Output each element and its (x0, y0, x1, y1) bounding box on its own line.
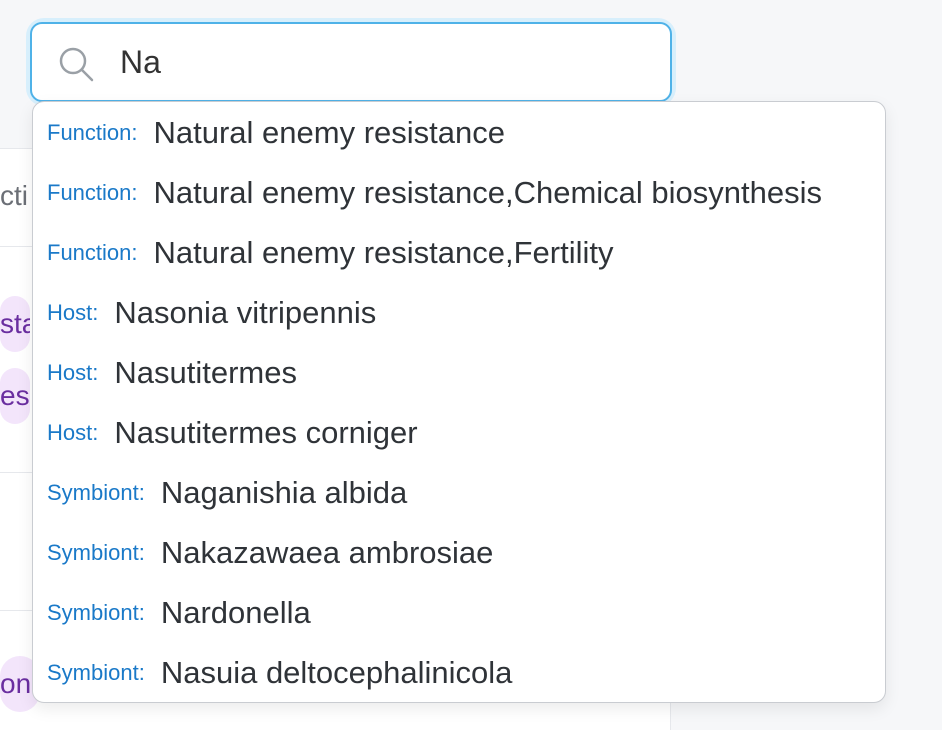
suggestion-option[interactable]: Symbiont: Nardonella (33, 583, 885, 643)
suggestion-option[interactable]: Symbiont: Nakazawaea ambrosiae (33, 523, 885, 583)
suggestion-option[interactable]: Symbiont: Naganishia albida (33, 463, 885, 523)
suggestion-type: Symbiont: (47, 540, 145, 565)
suggestion-value: Nakazawaea ambrosiae (160, 535, 494, 570)
suggestion-value: Natural enemy resistance (153, 115, 506, 150)
suggestion-type: Symbiont: (47, 600, 145, 625)
suggestion-type: Symbiont: (47, 480, 145, 505)
tag-pill-text: esi (0, 380, 30, 411)
suggestion-option[interactable]: Function: Natural enemy resistance,Chemi… (33, 163, 885, 223)
suggestion-value: Nardonella (160, 595, 311, 630)
suggestion-type: Symbiont: (47, 660, 145, 685)
suggestion-type: Function: (47, 180, 138, 205)
suggestion-type: Host: (47, 420, 99, 445)
suggestion-value: Nasutitermes corniger (114, 415, 418, 450)
suggestion-value: Nasuia deltocephalinicola (160, 655, 513, 690)
suggestion-option[interactable]: Host: Nasutitermes corniger (33, 403, 885, 463)
page: cti sta esi on Function: Natural enemy r… (0, 0, 942, 730)
suggestion-type: Host: (47, 300, 99, 325)
tag-pill: esi (0, 368, 30, 424)
suggestion-value: Nasutitermes (114, 355, 297, 390)
suggestion-value: Natural enemy resistance,Fertility (153, 235, 614, 270)
suggestion-value: Natural enemy resistance,Chemical biosyn… (153, 175, 823, 210)
suggestion-type: Function: (47, 120, 138, 145)
suggestion-type: Function: (47, 240, 138, 265)
suggestion-option[interactable]: Symbiont: Nasuia deltocephalinicola (33, 643, 885, 702)
suggestion-value: Naganishia albida (160, 475, 408, 510)
suggestion-option[interactable]: Host: Nasutitermes (33, 343, 885, 403)
autocomplete-dropdown: Function: Natural enemy resistance Funct… (32, 101, 886, 703)
tag-pill-text: sta (0, 308, 30, 339)
search-input[interactable] (120, 38, 640, 86)
suggestion-option[interactable]: Function: Natural enemy resistance (33, 103, 885, 163)
suggestion-value: Nasonia vitripennis (114, 295, 377, 330)
tag-pill: sta (0, 296, 30, 352)
search-box[interactable] (30, 22, 672, 102)
suggestion-option[interactable]: Host: Nasonia vitripennis (33, 283, 885, 343)
suggestion-option[interactable]: Function: Natural enemy resistance,Ferti… (33, 223, 885, 283)
suggestion-type: Host: (47, 360, 99, 385)
search-field (30, 22, 672, 102)
tag-pill-text: on (0, 668, 32, 699)
search-icon (56, 44, 96, 84)
